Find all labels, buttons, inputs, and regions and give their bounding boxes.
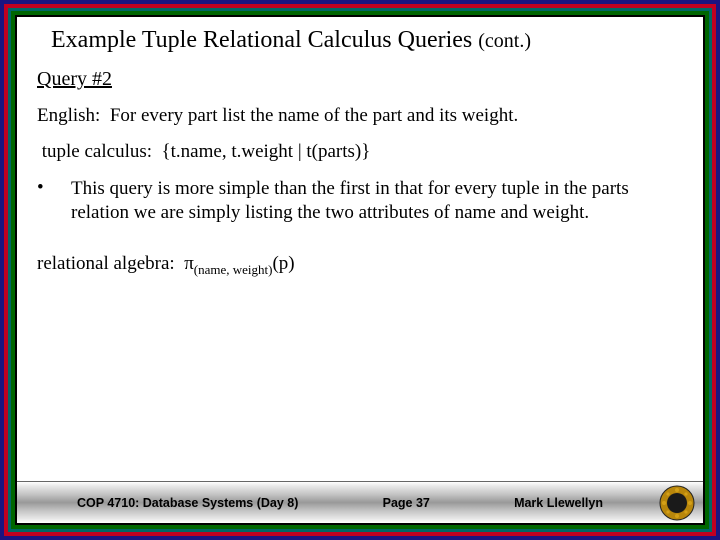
footer-author: Mark Llewellyn: [514, 496, 603, 510]
slide-frame-red: Example Tuple Relational Calculus Querie…: [4, 4, 716, 536]
title-cont: (cont.): [478, 30, 531, 52]
english-label: English:: [37, 105, 100, 126]
tuple-line: tuple calculus: {t.name, t.weight | t(pa…: [37, 141, 683, 163]
slide-footer: COP 4710: Database Systems (Day 8) Page …: [17, 481, 703, 523]
english-text: For every part list the name of the part…: [110, 105, 518, 126]
bullet-text: This query is more simple than the first…: [71, 177, 683, 225]
bullet-row: • This query is more simple than the fir…: [37, 177, 683, 225]
ra-tail: (p): [272, 253, 294, 274]
ra-label: relational algebra:: [37, 253, 175, 274]
pi-symbol: π: [184, 253, 194, 274]
slide-frame-teal: Example Tuple Relational Calculus Querie…: [8, 8, 712, 532]
slide-title: Example Tuple Relational Calculus Querie…: [51, 27, 683, 54]
footer-course: COP 4710: Database Systems (Day 8): [77, 496, 298, 510]
ra-subscript: (name, weight): [194, 261, 273, 276]
bullet-marker: •: [37, 177, 71, 225]
query-heading: Query #2: [37, 68, 683, 91]
slide-content: Example Tuple Relational Calculus Querie…: [17, 17, 703, 481]
slide-frame-green: Example Tuple Relational Calculus Querie…: [11, 11, 709, 529]
footer-page: Page 37: [298, 496, 514, 510]
tuple-label: tuple calculus:: [42, 141, 152, 162]
relational-algebra-line: relational algebra: π(name, weight)(p): [37, 253, 683, 278]
title-main: Example Tuple Relational Calculus Querie…: [51, 27, 472, 53]
tuple-expr: {t.name, t.weight | t(parts)}: [162, 141, 371, 162]
english-line: English: For every part list the name of…: [37, 105, 683, 127]
ucf-logo-icon: [659, 485, 695, 521]
slide-inner: Example Tuple Relational Calculus Querie…: [15, 15, 705, 525]
slide-frame-navy: Example Tuple Relational Calculus Querie…: [0, 0, 720, 540]
